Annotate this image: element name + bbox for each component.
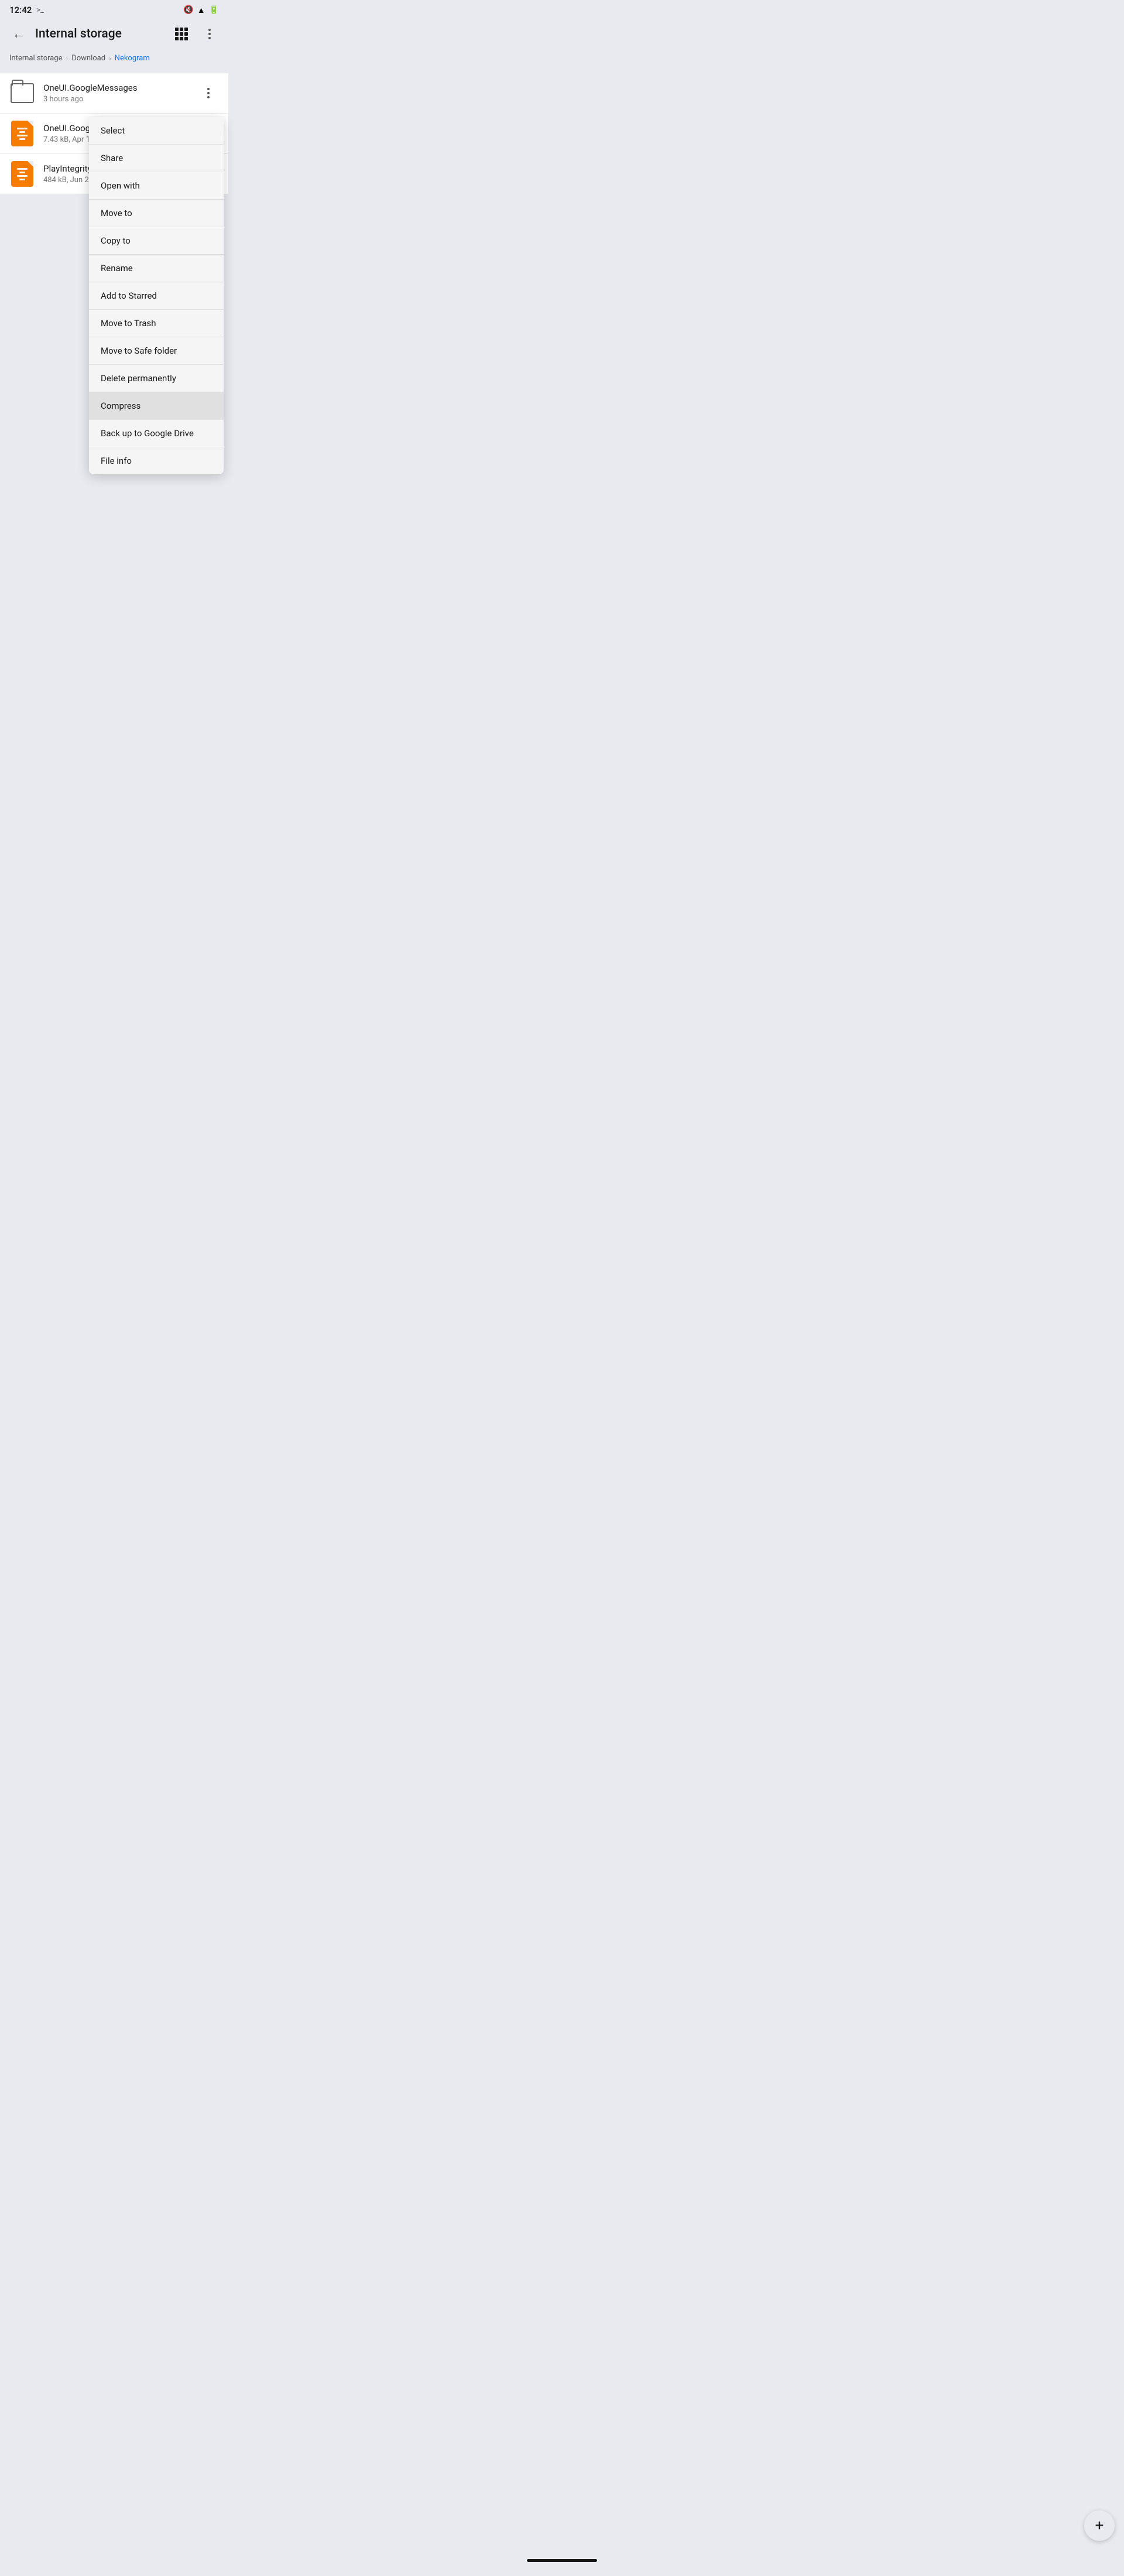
- breadcrumb-sep-1: ›: [66, 54, 68, 63]
- file-info: OneUI.GoogleMessages 3 hours ago: [43, 83, 198, 104]
- wifi-icon: ▲: [197, 5, 205, 15]
- grid-view-button[interactable]: [170, 22, 193, 46]
- menu-item-select[interactable]: Select: [89, 117, 224, 144]
- menu-item-move-safe[interactable]: Move to Safe folder: [89, 337, 224, 364]
- muted-icon: 🔇: [183, 5, 193, 15]
- folder-icon-container: [9, 80, 35, 106]
- file-meta: 3 hours ago: [43, 95, 198, 104]
- context-menu: Select Share Open with Move to Copy to R…: [89, 117, 224, 474]
- file-name: OneUI.GoogleMessages: [43, 83, 198, 93]
- file-item[interactable]: OneUI.GoogleMessages 3 hours ago: [0, 73, 228, 113]
- menu-item-move-to[interactable]: Move to: [89, 200, 224, 227]
- menu-item-compress[interactable]: Compress: [89, 392, 224, 419]
- menu-item-open-with[interactable]: Open with: [89, 172, 224, 199]
- nav-bar: [0, 2548, 1124, 2576]
- page-title: Internal storage: [35, 27, 170, 41]
- zip-lines: [17, 128, 28, 140]
- grid-icon: [175, 28, 188, 40]
- toolbar-actions: [170, 22, 221, 46]
- breadcrumb-sep-2: ›: [109, 54, 111, 63]
- menu-item-file-info[interactable]: File info: [89, 447, 224, 474]
- toolbar: ← Internal storage: [0, 18, 228, 50]
- menu-item-rename[interactable]: Rename: [89, 255, 224, 282]
- menu-item-copy-to[interactable]: Copy to: [89, 227, 224, 254]
- status-icons: 🔇 ▲ 🔋: [183, 5, 219, 15]
- menu-item-backup-drive[interactable]: Back up to Google Drive: [89, 420, 224, 447]
- breadcrumb-download[interactable]: Download: [71, 54, 105, 63]
- fab-add-button[interactable]: +: [1084, 2510, 1115, 2541]
- back-button[interactable]: ←: [7, 22, 30, 46]
- zip-icon-container: [9, 161, 35, 187]
- zip-lines: [17, 168, 28, 180]
- menu-item-add-starred[interactable]: Add to Starred: [89, 282, 224, 309]
- back-arrow-icon: ←: [12, 26, 25, 42]
- breadcrumb-internal-storage[interactable]: Internal storage: [9, 54, 63, 63]
- menu-item-move-trash[interactable]: Move to Trash: [89, 310, 224, 337]
- more-options-button[interactable]: [198, 22, 221, 46]
- menu-item-delete-permanently[interactable]: Delete permanently: [89, 365, 224, 392]
- folder-icon: [11, 83, 34, 103]
- menu-item-share[interactable]: Share: [89, 145, 224, 172]
- file-more-icon: [207, 88, 210, 98]
- status-time: 12:42: [9, 5, 32, 15]
- breadcrumb-nekogram[interactable]: Nekogram: [115, 54, 150, 63]
- status-bar: 12:42 >_ 🔇 ▲ 🔋: [0, 0, 228, 18]
- nav-indicator: [527, 2559, 597, 2562]
- status-shell: >_: [36, 6, 44, 15]
- zip-icon: [11, 121, 33, 146]
- breadcrumb: Internal storage › Download › Nekogram: [0, 50, 228, 69]
- file-more-button[interactable]: [198, 83, 219, 104]
- more-options-icon: [208, 29, 211, 39]
- zip-icon: [11, 161, 33, 187]
- battery-icon: 🔋: [209, 5, 219, 15]
- zip-icon-container: [9, 121, 35, 146]
